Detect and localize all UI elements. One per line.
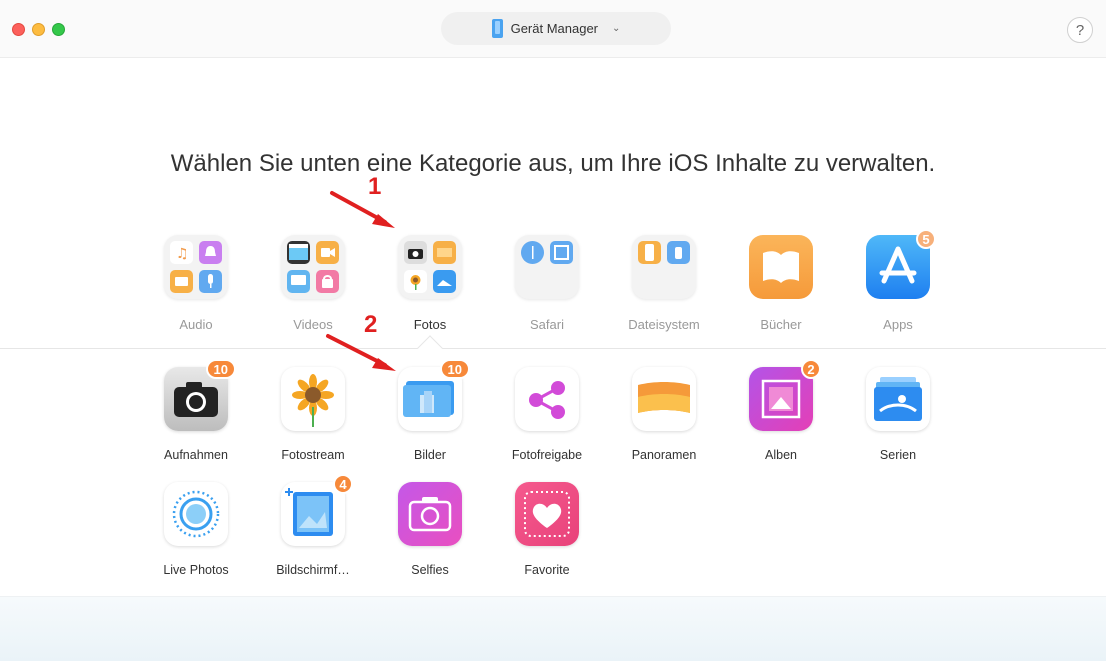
recordings-badge: 10: [205, 359, 236, 379]
filesystem-folder-icon: [632, 235, 696, 299]
category-label: Bücher: [760, 317, 802, 332]
pictures-badge: 10: [439, 359, 470, 379]
category-buecher[interactable]: Bücher: [736, 235, 826, 332]
albums-icon: 2: [749, 359, 821, 431]
phone-icon: [491, 19, 503, 38]
videos-folder-icon: [281, 235, 345, 299]
subcategory-label: Aufnahmen: [164, 448, 228, 462]
books-icon: [749, 235, 813, 299]
zoom-window-button[interactable]: [52, 23, 65, 36]
annotation-arrowhead-1: [372, 214, 395, 228]
category-safari[interactable]: Safari: [502, 235, 592, 332]
category-apps[interactable]: 5 Apps: [853, 229, 943, 332]
subcategory-panoramen[interactable]: Panoramen: [614, 367, 714, 462]
subcategory-label: Fotofreigabe: [511, 448, 583, 462]
device-selector[interactable]: Gerät Manager ⌄: [441, 12, 671, 45]
app-store-icon: 5: [866, 229, 936, 299]
subcategory-label: Live Photos: [163, 563, 229, 577]
selection-pointer: [417, 335, 443, 361]
annotation-number-1: 1: [368, 173, 382, 200]
category-audio[interactable]: ♫ Audio: [151, 235, 241, 332]
albums-badge: 2: [801, 359, 821, 379]
title-bar: Gerät Manager ⌄ ?: [0, 0, 1106, 58]
subcategory-aufnahmen[interactable]: 10 Aufnahmen: [146, 359, 246, 462]
subcategory-label: Serien: [879, 448, 917, 462]
heart-icon: [515, 482, 579, 546]
panorama-icon: [632, 367, 696, 431]
svg-text:♫: ♫: [176, 246, 189, 262]
screenshots-badge: 4: [333, 474, 353, 494]
pictures-icon: 10: [398, 359, 470, 431]
photos-folder-icon: [398, 235, 462, 299]
live-photos-icon: [164, 482, 228, 546]
sunflower-icon: [281, 367, 345, 431]
category-videos[interactable]: Videos: [268, 235, 358, 332]
subcategory-label: Alben: [765, 448, 797, 462]
category-label: Audio: [179, 317, 213, 332]
share-icon: [515, 367, 579, 431]
subcategory-serien[interactable]: Serien: [848, 367, 948, 462]
screenshot-icon: 4: [281, 474, 353, 546]
annotation-number-2: 2: [364, 311, 378, 338]
category-fotos[interactable]: Fotos: [385, 235, 475, 332]
subcategory-live-photos[interactable]: Live Photos: [146, 482, 246, 577]
safari-folder-icon: [515, 235, 579, 299]
bursts-icon: [866, 367, 930, 431]
category-label: Dateisystem: [628, 317, 700, 332]
page-title: Wählen Sie unten eine Kategorie aus, um …: [170, 150, 936, 177]
section-divider: [0, 348, 1106, 349]
category-label: Apps: [883, 317, 913, 332]
annotation-arrow-2: [326, 334, 387, 367]
subcategory-label: Bildschirmf…: [276, 563, 350, 577]
subcategory-fotostream[interactable]: Fotostream: [263, 367, 363, 462]
chevron-down-icon: ⌄: [612, 23, 621, 34]
subcategory-label: Bilder: [414, 448, 446, 462]
help-button[interactable]: ?: [1067, 17, 1093, 43]
category-label: Safari: [530, 317, 564, 332]
subcategory-bildschirmfotos[interactable]: 4 Bildschirmf…: [263, 474, 363, 577]
subcategory-bilder[interactable]: 10 Bilder: [380, 359, 480, 462]
audio-folder-icon: ♫: [164, 235, 228, 299]
category-label: Fotos: [413, 317, 447, 332]
camera-icon: 10: [164, 359, 236, 431]
minimize-window-button[interactable]: [32, 23, 45, 36]
category-dateisystem[interactable]: Dateisystem: [619, 235, 709, 332]
subcategory-label: Panoramen: [631, 448, 697, 462]
subcategory-alben[interactable]: 2 Alben: [731, 359, 831, 462]
device-selector-label: Gerät Manager: [510, 21, 599, 36]
close-window-button[interactable]: [12, 23, 25, 36]
selfie-camera-icon: [398, 482, 462, 546]
subcategory-favorite[interactable]: Favorite: [497, 482, 597, 577]
bottom-decoration: [0, 596, 1106, 661]
category-label: Videos: [293, 317, 333, 332]
apps-badge: 5: [916, 229, 936, 249]
subcategory-label: Favorite: [524, 563, 570, 577]
subcategory-label: Fotostream: [281, 448, 345, 462]
subcategory-fotofreigabe[interactable]: Fotofreigabe: [497, 367, 597, 462]
subcategory-selfies[interactable]: Selfies: [380, 482, 480, 577]
subcategory-label: Selfies: [411, 563, 449, 577]
